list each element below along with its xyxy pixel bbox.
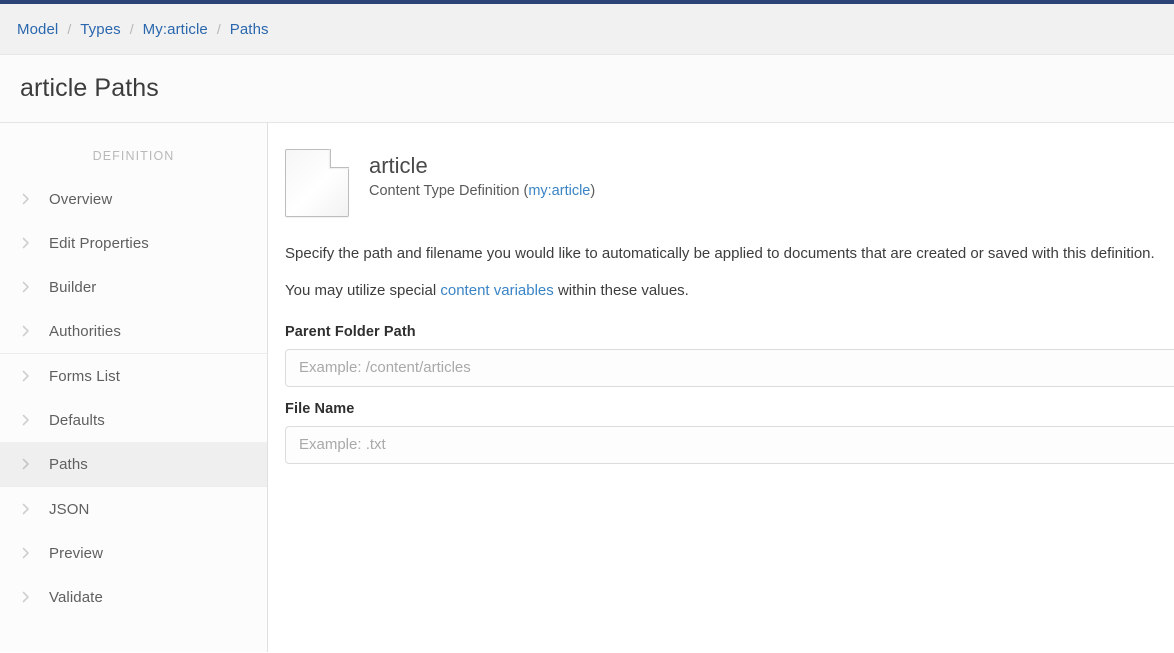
definition-subtitle-prefix: Content Type Definition ( bbox=[369, 183, 529, 200]
sidebar-item-label: JSON bbox=[49, 500, 90, 518]
sidebar: DEFINITION Overview Edit Properties Buil… bbox=[0, 123, 268, 652]
chevron-right-icon bbox=[18, 191, 34, 207]
file-name-input[interactable] bbox=[285, 425, 1174, 464]
chevron-right-icon bbox=[18, 501, 34, 517]
chevron-right-icon bbox=[18, 589, 34, 605]
page-body: DEFINITION Overview Edit Properties Buil… bbox=[0, 123, 1174, 652]
sidebar-item-label: Overview bbox=[49, 190, 113, 208]
definition-qname-link[interactable]: my:article bbox=[528, 183, 590, 199]
page-title-bar: article Paths bbox=[0, 55, 1174, 123]
breadcrumb-separator: / bbox=[67, 21, 72, 37]
breadcrumb-item-paths[interactable]: Paths bbox=[230, 21, 269, 38]
chevron-right-icon bbox=[18, 545, 34, 561]
sidebar-item-edit-properties[interactable]: Edit Properties bbox=[0, 221, 267, 265]
chevron-right-icon bbox=[18, 456, 34, 472]
sidebar-item-label: Edit Properties bbox=[49, 234, 149, 252]
intro-secondary-suffix: within these values. bbox=[553, 281, 689, 299]
definition-header: article Content Type Definition (my:arti… bbox=[285, 149, 1174, 217]
sidebar-item-overview[interactable]: Overview bbox=[0, 177, 267, 221]
sidebar-group-tools: JSON Preview Validate bbox=[0, 487, 267, 619]
sidebar-item-label: Authorities bbox=[49, 322, 121, 340]
sidebar-item-label: Paths bbox=[49, 455, 88, 473]
field-file-name: File Name bbox=[285, 401, 1174, 464]
breadcrumb-separator: / bbox=[129, 21, 134, 37]
sidebar-item-builder[interactable]: Builder bbox=[0, 265, 267, 309]
sidebar-item-json[interactable]: JSON bbox=[0, 487, 267, 531]
sidebar-item-validate[interactable]: Validate bbox=[0, 575, 267, 619]
sidebar-item-label: Preview bbox=[49, 544, 104, 562]
breadcrumb: Model / Types / My:article / Paths bbox=[0, 4, 1174, 55]
field-label: File Name bbox=[285, 400, 355, 417]
definition-subtitle: Content Type Definition (my:article) bbox=[369, 183, 595, 199]
sidebar-item-authorities[interactable]: Authorities bbox=[0, 309, 267, 353]
breadcrumb-item-types[interactable]: Types bbox=[80, 21, 121, 38]
definition-meta: article Content Type Definition (my:arti… bbox=[369, 149, 595, 199]
sidebar-item-forms-list[interactable]: Forms List bbox=[0, 354, 267, 398]
content-variables-link[interactable]: content variables bbox=[440, 282, 553, 299]
breadcrumb-item-my-article[interactable]: My:article bbox=[143, 21, 208, 38]
main-content: article Content Type Definition (my:arti… bbox=[268, 123, 1174, 652]
chevron-right-icon bbox=[18, 279, 34, 295]
field-parent-folder-path: Parent Folder Path bbox=[285, 324, 1174, 387]
chevron-right-icon bbox=[18, 412, 34, 428]
sidebar-heading: DEFINITION bbox=[92, 149, 175, 163]
chevron-right-icon bbox=[18, 323, 34, 339]
chevron-right-icon bbox=[18, 235, 34, 251]
field-label: Parent Folder Path bbox=[285, 323, 416, 340]
sidebar-item-label: Defaults bbox=[49, 411, 105, 429]
page-title: article Paths bbox=[20, 74, 159, 102]
sidebar-group-definition: Overview Edit Properties Builder Authori… bbox=[0, 177, 267, 353]
sidebar-item-label: Validate bbox=[49, 588, 103, 606]
definition-name: article bbox=[369, 153, 428, 178]
sidebar-group-forms: Forms List Defaults Paths bbox=[0, 354, 267, 486]
chevron-right-icon bbox=[18, 368, 34, 384]
breadcrumb-separator: / bbox=[216, 21, 221, 37]
sidebar-item-paths[interactable]: Paths bbox=[0, 442, 267, 486]
sidebar-item-defaults[interactable]: Defaults bbox=[0, 398, 267, 442]
sidebar-item-label: Builder bbox=[49, 278, 97, 296]
intro-text-primary: Specify the path and filename you would … bbox=[285, 245, 1155, 262]
document-fold-corner bbox=[330, 149, 349, 168]
sidebar-item-label: Forms List bbox=[49, 367, 121, 385]
document-page-icon bbox=[285, 149, 349, 217]
sidebar-item-preview[interactable]: Preview bbox=[0, 531, 267, 575]
parent-folder-path-input[interactable] bbox=[285, 348, 1174, 387]
intro-text-secondary: You may utilize special content variable… bbox=[285, 280, 1174, 302]
intro-secondary-prefix: You may utilize special bbox=[285, 281, 441, 299]
breadcrumb-item-model[interactable]: Model bbox=[17, 21, 58, 38]
definition-subtitle-suffix: ) bbox=[590, 183, 596, 200]
